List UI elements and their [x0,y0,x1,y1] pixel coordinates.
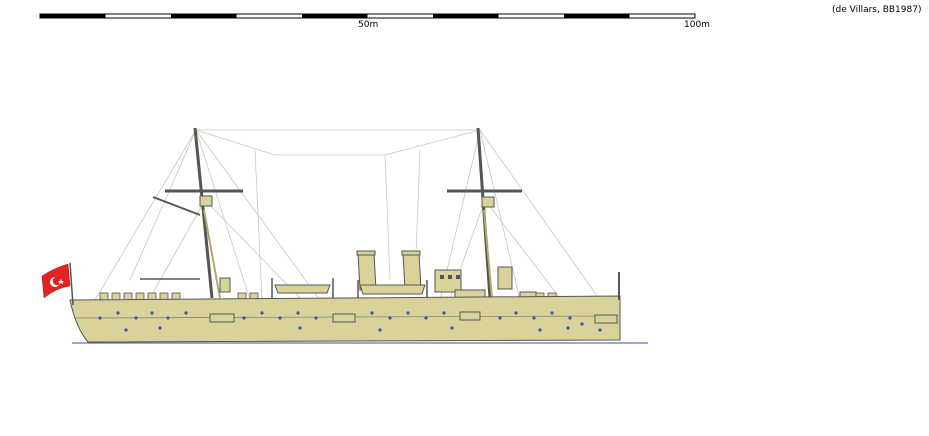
rigging [94,129,601,301]
ensign-flag [41,262,74,306]
fore-mast [140,127,243,299]
scale-bar [39,13,696,19]
hull [69,272,621,343]
ship-profile-drawing [39,13,696,344]
